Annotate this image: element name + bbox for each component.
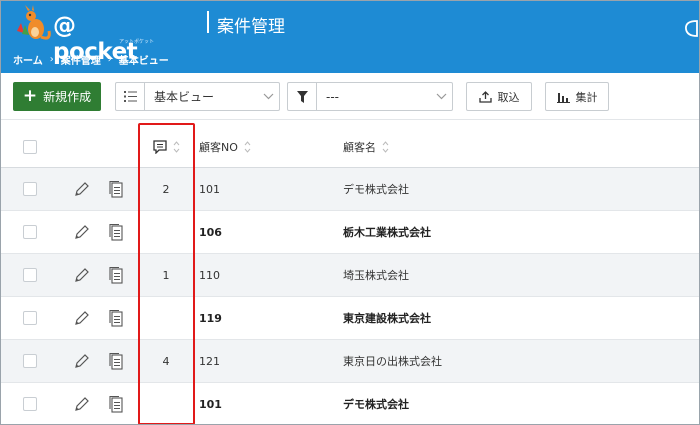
breadcrumb: ホーム › 案件管理 › 基本ビュー — [13, 52, 169, 67]
cloud-icon[interactable] — [683, 19, 699, 39]
row-checkbox[interactable] — [23, 254, 37, 296]
comment-count — [138, 211, 194, 253]
customer-name[interactable]: デモ株式会社 — [343, 168, 643, 210]
table-row[interactable]: 101 デモ株式会社 — [1, 383, 699, 424]
edit-pencil-icon[interactable] — [73, 211, 91, 253]
logo-subtext: アットポケット — [119, 39, 155, 45]
comment-icon — [152, 139, 167, 154]
list-icon — [116, 83, 145, 110]
comment-count — [138, 297, 194, 339]
comment-column-header[interactable] — [138, 126, 194, 167]
filter-icon — [288, 83, 317, 110]
app-window: @ pocket アットポケット 案件管理 ホーム › 案件管理 › 基本ビュー… — [0, 0, 700, 425]
customer-no: 101 — [199, 397, 222, 411]
plus-icon: + — [22, 86, 38, 106]
breadcrumb-home[interactable]: ホーム — [13, 52, 43, 67]
view-select[interactable]: 基本ビュー — [115, 82, 280, 111]
customer-no: 119 — [199, 311, 222, 325]
customer-no: 101 — [199, 182, 220, 196]
app-logo[interactable]: @ pocket アットポケット — [15, 5, 165, 65]
customer-no: 106 — [199, 225, 222, 239]
document-copy-icon[interactable] — [109, 297, 125, 339]
customer-no: 121 — [199, 354, 220, 368]
view-select-value: 基本ビュー — [154, 90, 215, 104]
customer-no: 110 — [199, 268, 220, 282]
breadcrumb-separator-icon: › — [49, 54, 54, 65]
table-row[interactable]: 2 101 デモ株式会社 — [1, 168, 699, 211]
row-checkbox[interactable] — [23, 297, 37, 339]
document-copy-icon[interactable] — [109, 254, 125, 296]
comment-count — [138, 383, 194, 424]
new-create-button[interactable]: + 新規作成 — [13, 82, 101, 111]
import-button[interactable]: 取込 — [466, 82, 532, 111]
row-checkbox[interactable] — [23, 340, 37, 382]
customer-table: 顧客NO 顧客名 2 101 デモ株式会社 106 栃木工業株式会社 1 110 埼玉株式会社… — [1, 126, 699, 424]
bar-chart-icon — [556, 92, 570, 103]
table-row[interactable]: 119 東京建設株式会社 — [1, 297, 699, 340]
select-all-checkbox[interactable] — [23, 126, 37, 167]
sort-icon[interactable] — [244, 140, 251, 154]
customer-no-header-label: 顧客NO — [199, 140, 238, 154]
edit-pencil-icon[interactable] — [73, 168, 91, 210]
chevron-down-icon — [257, 93, 279, 100]
document-copy-icon[interactable] — [109, 168, 125, 210]
breadcrumb-current: 基本ビュー — [118, 56, 169, 67]
comment-count: 2 — [162, 182, 170, 196]
new-create-label: 新規作成 — [43, 90, 92, 104]
customer-name[interactable]: デモ株式会社 — [343, 383, 643, 424]
customer-name[interactable]: 栃木工業株式会社 — [343, 211, 643, 253]
app-header: @ pocket アットポケット 案件管理 ホーム › 案件管理 › 基本ビュー — [1, 1, 699, 73]
table-row[interactable]: 106 栃木工業株式会社 — [1, 211, 699, 254]
stats-label: 集計 — [575, 90, 598, 104]
customer-name[interactable]: 埼玉株式会社 — [343, 254, 643, 296]
edit-pencil-icon[interactable] — [73, 297, 91, 339]
row-checkbox[interactable] — [23, 168, 37, 210]
document-copy-icon[interactable] — [109, 383, 125, 424]
edit-pencil-icon[interactable] — [73, 340, 91, 382]
filter-select-value: --- — [326, 89, 339, 104]
table-row[interactable]: 4 121 東京日の出株式会社 — [1, 340, 699, 383]
table-row[interactable]: 1 110 埼玉株式会社 — [1, 254, 699, 297]
customer-name[interactable]: 東京建設株式会社 — [343, 297, 643, 339]
customer-name-column-header[interactable]: 顧客名 — [343, 126, 643, 167]
comment-count: 4 — [162, 354, 170, 368]
table-body: 2 101 デモ株式会社 106 栃木工業株式会社 1 110 埼玉株式会社 119 東京建設株式… — [1, 168, 699, 424]
row-checkbox[interactable] — [23, 211, 37, 253]
edit-pencil-icon[interactable] — [73, 254, 91, 296]
breadcrumb-separator-icon: › — [107, 54, 112, 65]
customer-name[interactable]: 東京日の出株式会社 — [343, 340, 643, 382]
comment-count: 1 — [162, 268, 170, 282]
breadcrumb-project[interactable]: 案件管理 — [61, 52, 101, 67]
header-divider — [207, 11, 209, 33]
sort-icon[interactable] — [382, 140, 389, 154]
customer-no-column-header[interactable]: 顧客NO — [199, 126, 319, 167]
row-checkbox[interactable] — [23, 383, 37, 424]
edit-pencil-icon[interactable] — [73, 383, 91, 424]
document-copy-icon[interactable] — [109, 211, 125, 253]
import-label: 取込 — [497, 90, 520, 104]
document-copy-icon[interactable] — [109, 340, 125, 382]
sort-icon[interactable] — [173, 140, 180, 154]
table-header-row: 顧客NO 顧客名 — [1, 126, 699, 168]
page-title: 案件管理 — [217, 17, 285, 37]
stats-button[interactable]: 集計 — [545, 82, 609, 111]
chevron-down-icon — [430, 93, 452, 100]
kangaroo-logo-icon — [17, 5, 51, 40]
filter-select[interactable]: --- — [287, 82, 453, 111]
customer-name-header-label: 顧客名 — [343, 140, 376, 154]
upload-icon — [478, 90, 492, 103]
